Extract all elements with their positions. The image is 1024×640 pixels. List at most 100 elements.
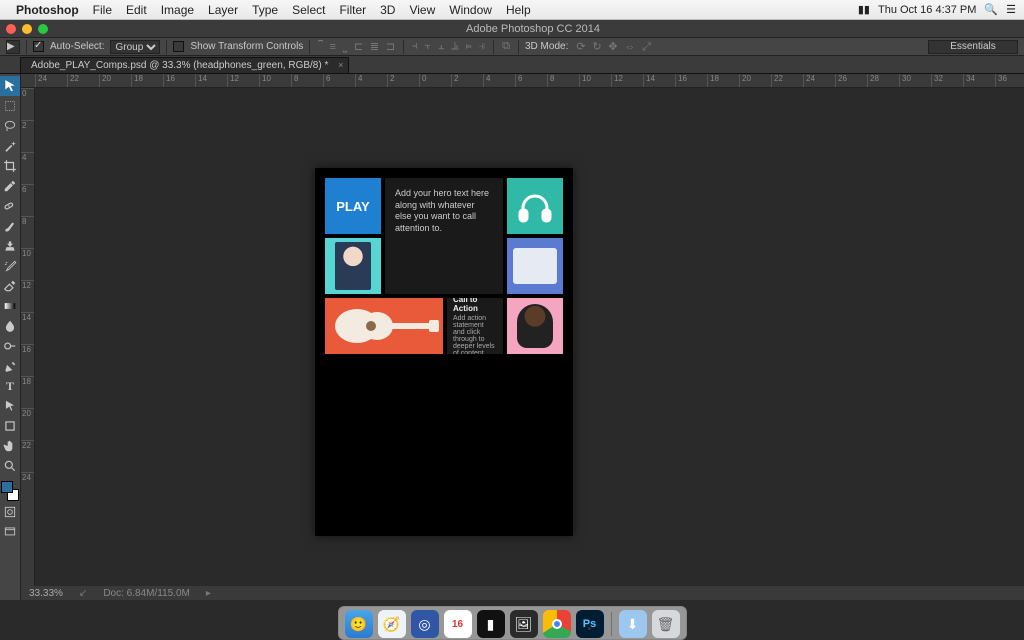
quickmask-toggle[interactable] [0,502,20,522]
menu-extras-icon[interactable]: ☰ [1006,3,1016,16]
align-vcenter-icon[interactable]: ≡ [330,41,336,53]
current-tool-icon[interactable]: ▶ [6,40,20,54]
auto-select-label: Auto-Select: [50,41,104,52]
menu-filter[interactable]: Filter [339,3,366,17]
hand-tool[interactable] [0,436,20,456]
horizontal-ruler[interactable]: 2422201816141210864202468101214161820222… [21,74,1024,88]
cta-heading: Call to Action [453,298,497,313]
arrange-icon[interactable]: ⧉ [502,40,510,52]
dock-downloads-icon[interactable]: ⬇ [619,610,647,638]
dock-photoshop-icon[interactable]: Ps [576,610,604,638]
show-transform-checkbox[interactable] [173,41,184,52]
distribute-1-icon[interactable]: ⫞ [412,40,418,52]
distribute-4-icon[interactable]: ⫡ [451,40,458,52]
move-tool[interactable] [0,76,20,96]
dock-preview-icon[interactable]: 🖼 [510,610,538,638]
show-transform-label: Show Transform Controls [190,41,303,52]
window-zoom-button[interactable] [38,24,48,34]
align-bottom-icon[interactable]: ⎵ [343,41,347,53]
3d-pan-icon[interactable]: ✥ [608,41,617,53]
screenmode-toggle[interactable] [0,522,20,542]
dock-safari-icon[interactable]: 🧭 [378,610,406,638]
clock[interactable]: Thu Oct 16 4:37 PM [878,4,976,16]
tile-person2 [507,298,563,354]
app-menu[interactable]: Photoshop [16,3,79,17]
pen-tool[interactable] [0,356,20,376]
menu-file[interactable]: File [93,3,112,17]
workspace-switcher[interactable]: Essentials [928,40,1018,54]
tile-hero-text: Add your hero text here along with whate… [385,178,503,294]
crop-tool[interactable] [0,156,20,176]
3d-zoom-icon[interactable]: ⤢ [642,41,651,53]
type-tool[interactable]: T [0,376,20,396]
distribute-6-icon[interactable]: ⫣ [479,40,486,52]
toolbox: T [0,74,21,600]
menu-image[interactable]: Image [161,3,194,17]
lasso-tool[interactable] [0,116,20,136]
window-close-button[interactable] [6,24,16,34]
foreground-color[interactable] [1,481,13,493]
macos-dock-area: 🙂 🧭 ◎ 16 ▮ 🖼 Ps ⬇ 🗑 [0,600,1024,640]
app-titlebar: Adobe Photoshop CC 2014 [0,20,1024,38]
document-viewport[interactable]: PLAY Add your hero text here along with … [35,88,1024,586]
history-brush-tool[interactable] [0,256,20,276]
gradient-tool[interactable] [0,296,20,316]
3d-mode-icons: ⟳ ↻ ✥ ⇔ ⤢ [574,40,653,54]
vertical-ruler[interactable]: 024681012141618202224 [21,88,35,586]
distribute-5-icon[interactable]: ⫢ [465,40,471,52]
dodge-tool[interactable] [0,336,20,356]
blur-tool[interactable] [0,316,20,336]
align-top-icon[interactable]: ⎴ [318,41,322,53]
dock-trash-icon[interactable]: 🗑 [652,610,680,638]
menu-type[interactable]: Type [252,3,278,17]
brush-tool[interactable] [0,216,20,236]
magic-wand-tool[interactable] [0,136,20,156]
shape-tool[interactable] [0,416,20,436]
document-tab[interactable]: Adobe_PLAY_Comps.psd @ 33.3% (headphones… [20,57,349,73]
menu-view[interactable]: View [409,3,435,17]
tile-cta: Call to Action Add action statement and … [447,298,503,354]
eyedropper-tool[interactable] [0,176,20,196]
menu-3d[interactable]: 3D [380,3,395,17]
tile-guitar [325,298,443,354]
tile-person [325,238,381,294]
dock-calendar-icon[interactable]: 16 [444,610,472,638]
menu-layer[interactable]: Layer [208,3,238,17]
window-minimize-button[interactable] [22,24,32,34]
auto-select-checkbox[interactable] [33,41,44,52]
3d-slide-icon[interactable]: ⇔ [624,41,635,53]
marquee-tool[interactable] [0,96,20,116]
menu-select[interactable]: Select [292,3,325,17]
menu-window[interactable]: Window [449,3,492,17]
distribute-2-icon[interactable]: ⫟ [424,40,431,52]
spotlight-icon[interactable]: 🔍 [984,3,998,16]
align-left-icon[interactable]: ⊏ [354,41,363,53]
path-selection-tool[interactable] [0,396,20,416]
zoom-tool[interactable] [0,456,20,476]
distribute-3-icon[interactable]: ⫠ [438,40,445,52]
macos-menubar: Photoshop File Edit Image Layer Type Sel… [0,0,1024,20]
healing-brush-tool[interactable] [0,196,20,216]
clone-stamp-tool[interactable] [0,236,20,256]
dock-chrome-icon[interactable] [543,610,571,638]
dock-finder-icon[interactable]: 🙂 [345,610,373,638]
3d-orbit-icon[interactable]: ⟳ [576,41,585,53]
align-hcenter-icon[interactable]: ≣ [370,41,379,53]
dock-compass-icon[interactable]: ◎ [411,610,439,638]
dock-terminal-icon[interactable]: ▮ [477,610,505,638]
eraser-tool[interactable] [0,276,20,296]
menu-edit[interactable]: Edit [126,3,147,17]
zoom-readout[interactable]: 33.33% [29,588,63,599]
statusbar-icon[interactable]: ↙ [79,588,87,599]
align-right-icon[interactable]: ⊐ [386,41,395,53]
close-document-icon[interactable]: × [338,60,343,70]
document-tab-label: Adobe_PLAY_Comps.psd @ 33.3% (headphones… [31,60,328,71]
menu-help[interactable]: Help [506,3,531,17]
docinfo-chevron-icon[interactable]: ▸ [206,588,211,599]
tile-keyboard [507,238,563,294]
auto-select-target-select[interactable]: Group [110,40,160,54]
battery-icon[interactable]: ▮▮ [858,3,870,16]
foreground-background-swatch[interactable] [0,480,20,502]
docinfo[interactable]: Doc: 6.84M/115.0M [103,588,190,599]
3d-roll-icon[interactable]: ↻ [592,41,601,53]
